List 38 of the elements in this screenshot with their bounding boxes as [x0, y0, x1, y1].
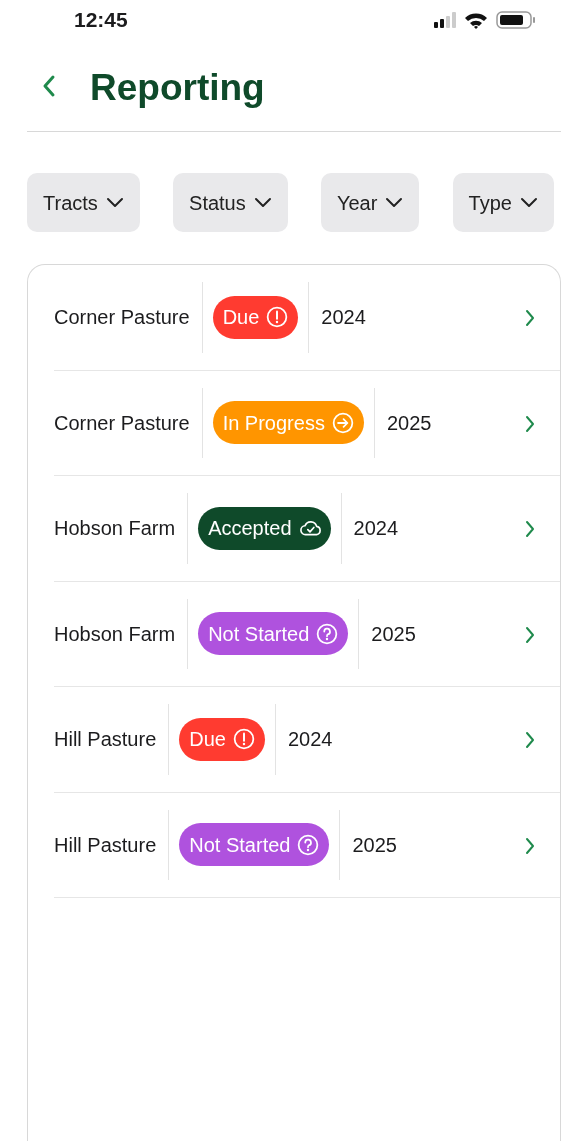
- year-text: 2025: [351, 832, 397, 858]
- year-text: 2024: [352, 516, 399, 542]
- status-pill: In Progress: [212, 401, 364, 445]
- year-text: 2025: [370, 621, 416, 647]
- back-button[interactable]: [42, 73, 56, 98]
- tract-name: Hill Pasture: [54, 727, 158, 753]
- status-pill: Not Started: [198, 612, 349, 656]
- back-icon: [42, 73, 56, 98]
- status-pill: Accepted: [198, 506, 331, 550]
- tract-name: Hobson Farm: [54, 516, 177, 542]
- question-icon: [297, 833, 320, 856]
- tract-name: Hobson Farm: [54, 621, 177, 647]
- chevron-down-icon: [105, 197, 124, 208]
- year-text: 2024: [320, 305, 366, 331]
- status-pill: Not Started: [179, 823, 330, 867]
- status-pill: Due: [179, 717, 265, 761]
- alert-icon: [232, 728, 255, 751]
- filter-button[interactable]: Year: [320, 173, 420, 232]
- chevron-down-icon: [385, 197, 404, 208]
- filter-button[interactable]: Status: [173, 173, 288, 232]
- status-pill: Due: [212, 295, 299, 339]
- filter-button[interactable]: Type: [452, 173, 554, 232]
- question-icon: [316, 622, 339, 645]
- wifi-icon: [464, 11, 488, 29]
- year-text: 2025: [385, 410, 432, 436]
- arrow-circle-icon: [331, 411, 354, 434]
- tract-name: Corner Pasture: [54, 410, 191, 436]
- tract-name: Corner Pasture: [54, 305, 191, 331]
- chevron-down-icon: [253, 197, 272, 208]
- year-text: 2024: [286, 727, 333, 753]
- chevron-down-icon: [519, 197, 538, 208]
- alert-icon: [266, 306, 289, 329]
- tract-name: Hill Pasture: [54, 832, 158, 858]
- page-title: Reporting: [90, 66, 265, 111]
- battery-icon: [496, 11, 536, 29]
- status-time: 12:45: [74, 7, 128, 34]
- signal-icon: [434, 12, 456, 28]
- filter-button[interactable]: Tracts: [27, 173, 140, 232]
